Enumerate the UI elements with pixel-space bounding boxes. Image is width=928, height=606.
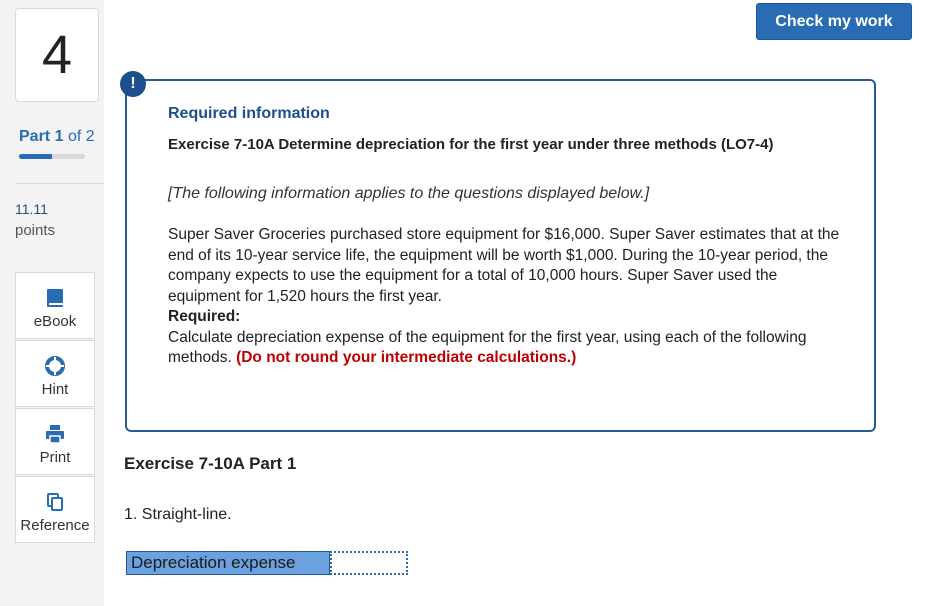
printer-icon (44, 423, 66, 445)
ebook-button[interactable]: eBook (15, 272, 95, 339)
copy-icon (44, 491, 66, 513)
part-current: 1 (54, 128, 64, 145)
info-note: [The following information applies to th… (168, 185, 650, 202)
question-text: 1. Straight-line. (124, 506, 232, 523)
part-of-total: of 2 (67, 128, 95, 145)
part-indicator: Part 1 of 2 (19, 128, 95, 146)
reference-button[interactable]: Reference (15, 476, 95, 543)
required-info-heading: Required information (168, 105, 330, 122)
part-word: Part (19, 128, 51, 145)
required-label: Required: (168, 308, 241, 325)
book-icon (44, 287, 66, 309)
part-progress-bar (19, 154, 85, 159)
depreciation-label: Depreciation expense (126, 551, 330, 575)
alert-icon: ! (120, 71, 146, 97)
depreciation-input[interactable] (330, 551, 408, 575)
ebook-label: eBook (33, 313, 77, 330)
hint-label: Hint (41, 381, 69, 398)
hint-button[interactable]: Hint (15, 340, 95, 407)
points-value: 11.11 (15, 201, 48, 217)
part-progress-fill (19, 154, 52, 159)
points-label: points (15, 222, 56, 239)
depreciation-row: Depreciation expense (126, 551, 408, 575)
reference-label: Reference (20, 517, 90, 534)
instruction: Calculate depreciation expense of the eq… (168, 328, 848, 369)
question-number[interactable]: 4 (15, 8, 99, 102)
sidebar-divider (15, 183, 104, 184)
part-heading: Exercise 7-10A Part 1 (124, 454, 297, 473)
exercise-title: Exercise 7-10A Determine depreciation fo… (168, 136, 774, 153)
lifebuoy-icon (44, 355, 66, 377)
problem-paragraph: Super Saver Groceries purchased store eq… (168, 226, 840, 305)
instruction-note: (Do not round your intermediate calculat… (236, 349, 577, 366)
check-my-work-button[interactable]: Check my work (756, 3, 912, 40)
print-button[interactable]: Print (15, 408, 95, 475)
print-label: Print (39, 449, 71, 466)
problem-text: Super Saver Groceries purchased store eq… (168, 225, 848, 369)
